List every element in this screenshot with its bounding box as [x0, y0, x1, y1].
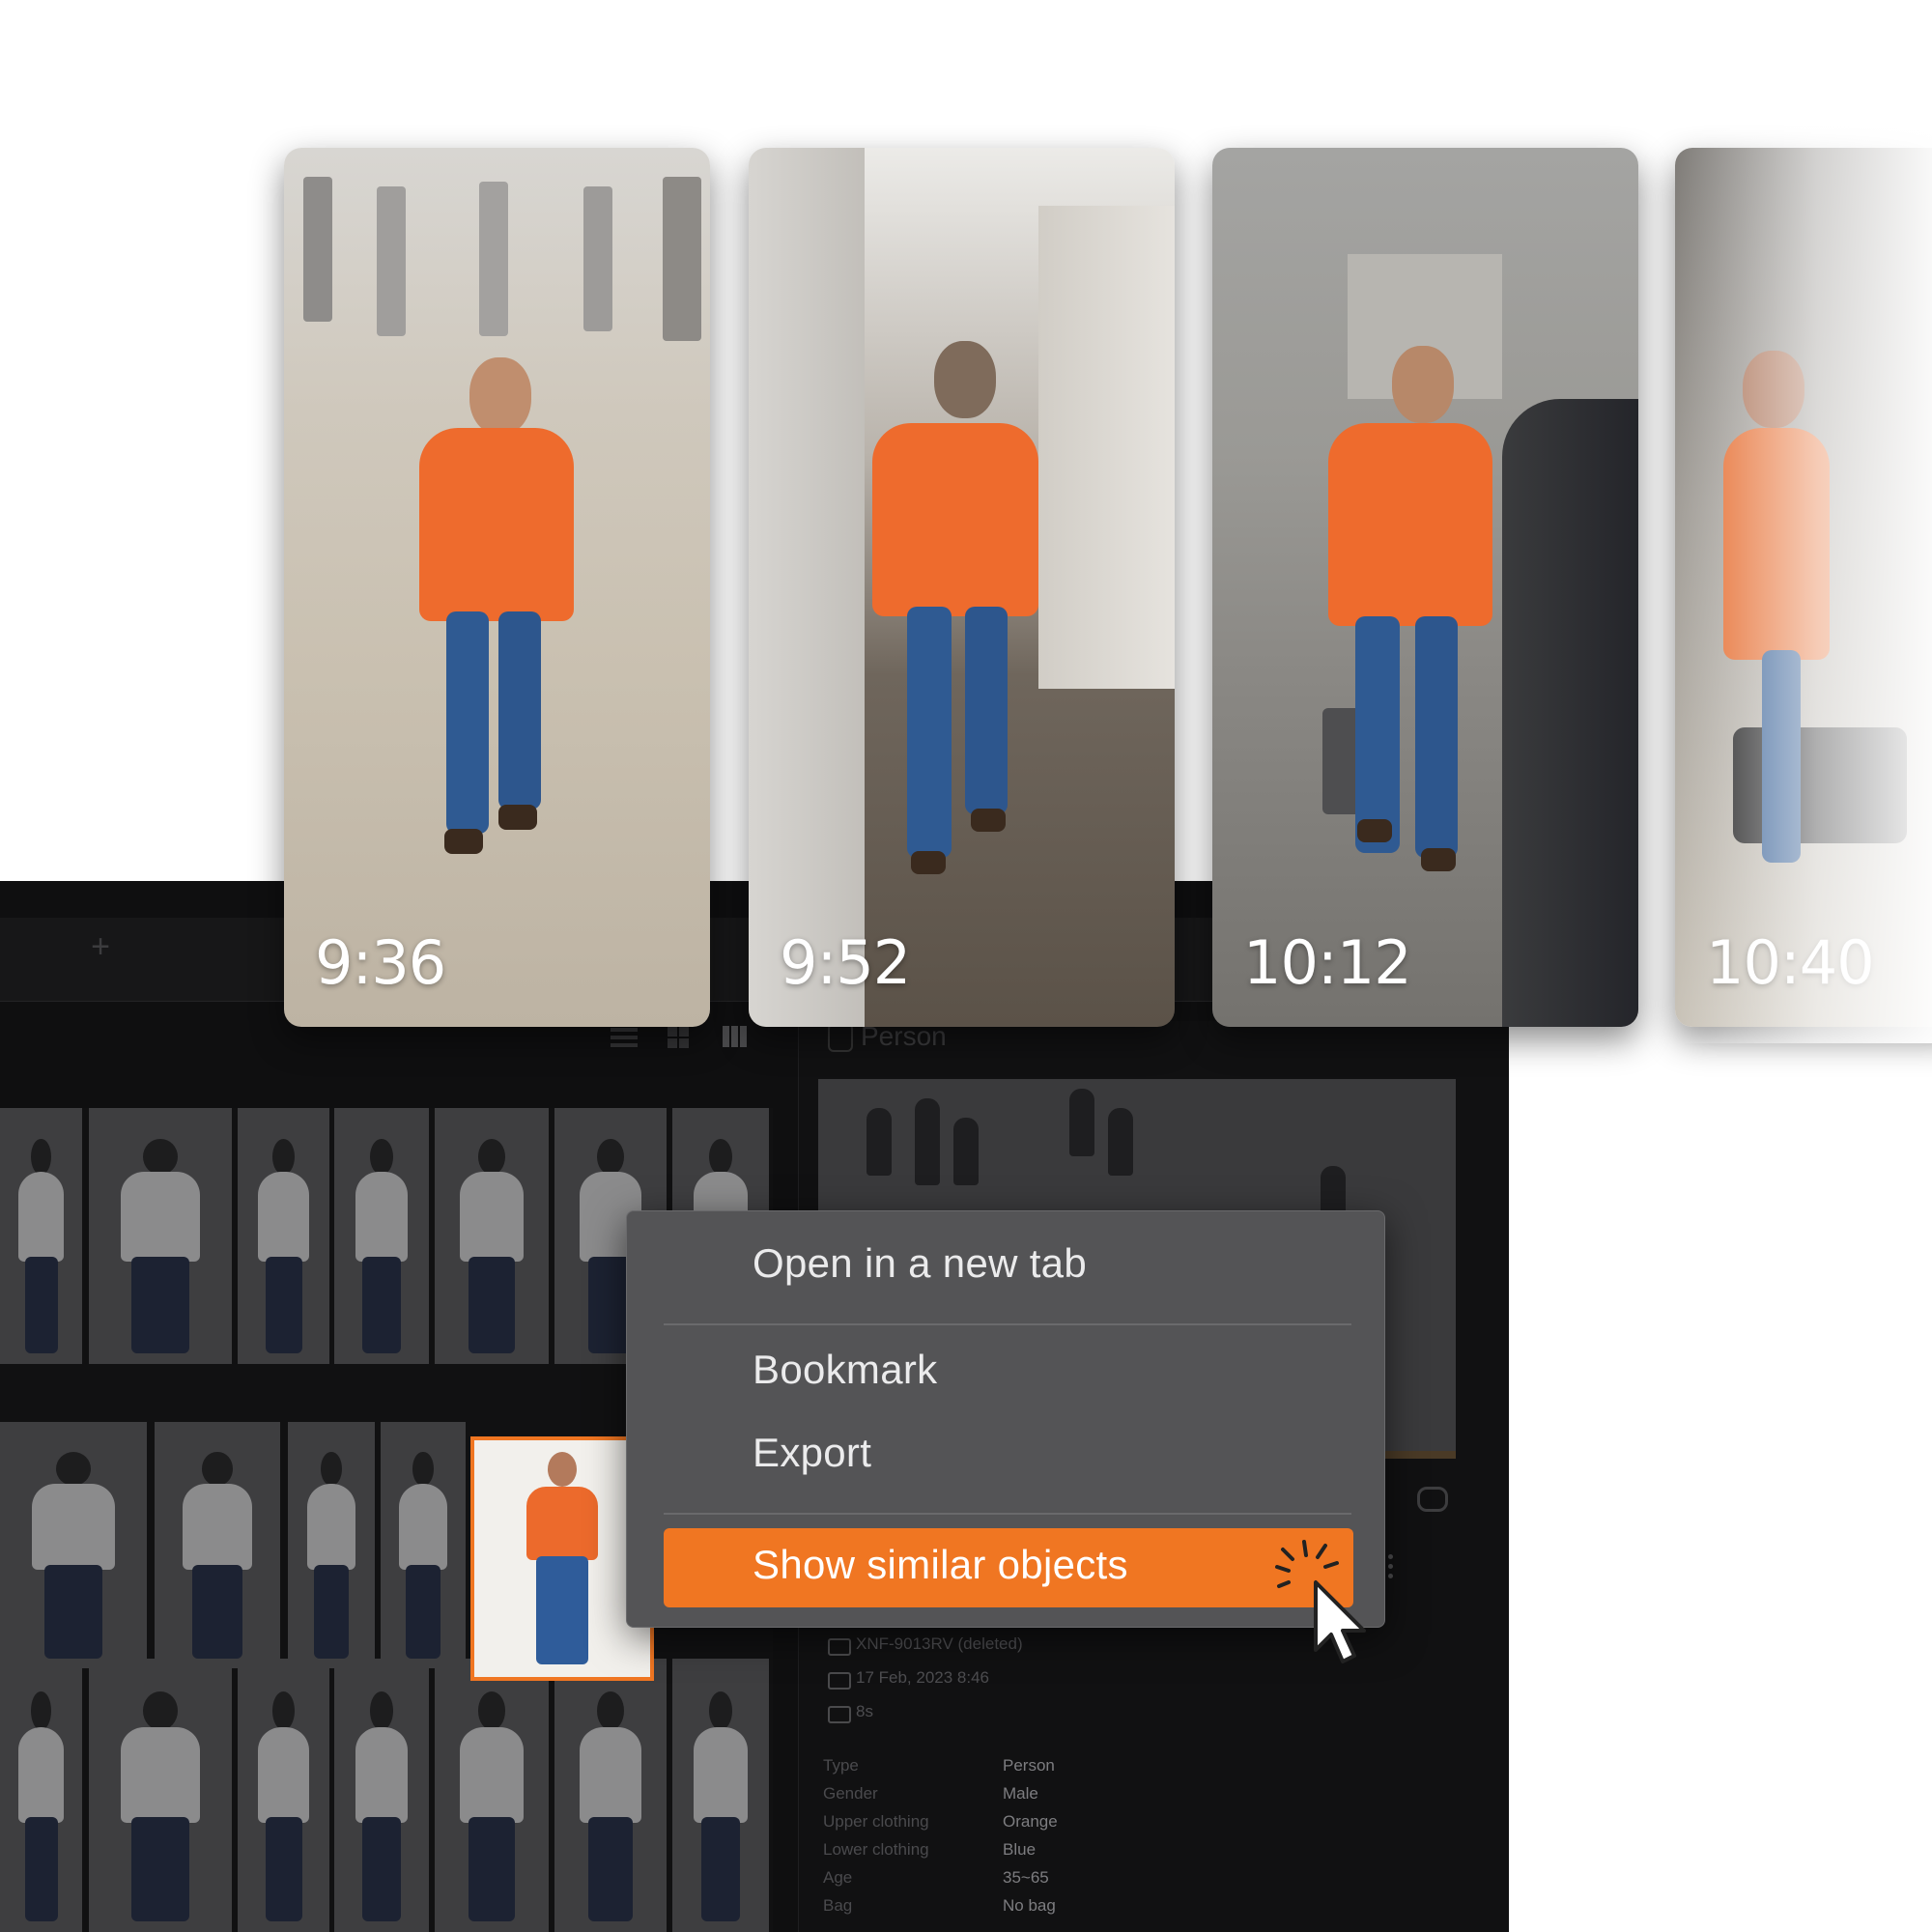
menu-separator: [664, 1323, 1351, 1325]
card-time: 10:40: [1706, 927, 1875, 998]
result-thumbnail[interactable]: [155, 1422, 280, 1668]
column-view-icon[interactable]: [723, 1026, 750, 1049]
card-time: 10:12: [1243, 927, 1412, 998]
more-vertical-icon[interactable]: [1388, 1554, 1394, 1579]
menu-item-open-in-new-tab[interactable]: Open in a new tab: [753, 1240, 1087, 1287]
result-thumbnail[interactable]: [554, 1659, 667, 1932]
menu-item-show-similar-objects[interactable]: Show similar objects: [753, 1542, 1128, 1588]
attribute-value: Orange: [1003, 1812, 1058, 1831]
attribute-value: No bag: [1003, 1896, 1056, 1915]
result-thumbnail[interactable]: [238, 1659, 329, 1932]
event-duration: 8s: [856, 1702, 873, 1720]
menu-item-export[interactable]: Export: [753, 1430, 871, 1476]
camera-name: XNF-9013RV (deleted): [856, 1634, 1023, 1653]
attribute-value: Male: [1003, 1784, 1038, 1803]
result-thumbnail[interactable]: [0, 1422, 147, 1668]
calendar-icon: [828, 1672, 851, 1690]
result-thumbnail[interactable]: [0, 1659, 82, 1932]
result-thumbnail[interactable]: [381, 1422, 466, 1668]
attribute-label: Bag: [823, 1896, 853, 1915]
result-thumbnail[interactable]: [435, 1108, 549, 1364]
result-thumbnail[interactable]: [288, 1422, 375, 1668]
event-datetime: 17 Feb, 2023 8:46: [856, 1668, 990, 1687]
result-thumbnail[interactable]: [435, 1659, 549, 1932]
camera-card[interactable]: 10:40: [1675, 148, 1932, 1027]
grid-view-icon[interactable]: [667, 1026, 694, 1049]
duration-icon: [828, 1706, 851, 1723]
result-thumbnail[interactable]: [89, 1108, 232, 1364]
result-thumbnail[interactable]: [238, 1108, 329, 1364]
cursor-icon: [1314, 1580, 1366, 1663]
menu-item-bookmark[interactable]: Bookmark: [753, 1347, 937, 1393]
plus-icon[interactable]: +: [87, 930, 114, 963]
camera-card[interactable]: 10:12: [1212, 148, 1638, 1027]
camera-card[interactable]: 9:52: [749, 148, 1175, 1027]
attribute-label: Upper clothing: [823, 1812, 929, 1831]
attribute-value: 35~65: [1003, 1868, 1049, 1887]
attribute-label: Lower clothing: [823, 1840, 929, 1859]
context-menu: Open in a new tab Bookmark Export Show s…: [626, 1210, 1385, 1628]
result-thumbnail[interactable]: [89, 1659, 232, 1932]
card-time: 9:36: [315, 927, 446, 998]
attribute-label: Age: [823, 1868, 853, 1887]
card-time: 9:52: [780, 927, 911, 998]
attribute-value: Person: [1003, 1756, 1055, 1775]
attribute-value: Blue: [1003, 1840, 1037, 1859]
result-thumbnail[interactable]: [0, 1108, 82, 1364]
menu-separator: [664, 1513, 1351, 1515]
result-thumbnail[interactable]: [334, 1659, 429, 1932]
list-view-icon[interactable]: [611, 1026, 638, 1049]
result-thumbnail[interactable]: [672, 1659, 769, 1932]
result-thumbnail[interactable]: [334, 1108, 429, 1364]
camera-icon: [828, 1638, 851, 1656]
person-icon: [828, 1023, 853, 1052]
attribute-label: Gender: [823, 1784, 878, 1803]
loop-icon[interactable]: [1417, 1487, 1448, 1512]
attribute-label: Type: [823, 1756, 859, 1775]
camera-card[interactable]: 9:36: [284, 148, 710, 1027]
